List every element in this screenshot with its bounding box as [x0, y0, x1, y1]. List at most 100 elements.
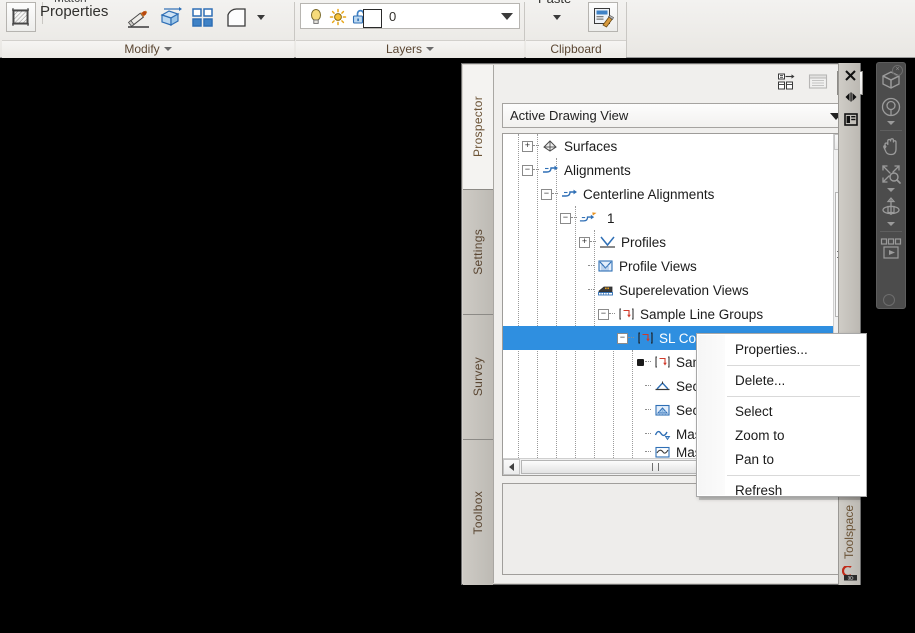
sample-line-group-icon: [636, 330, 654, 346]
menu-pan-to[interactable]: Pan to: [697, 448, 866, 472]
navigation-bar: ×: [876, 62, 906, 309]
tree-row[interactable]: + Surfaces: [503, 134, 833, 158]
expander-plus-icon[interactable]: +: [579, 236, 590, 248]
ribbon-panel-label-modify[interactable]: Modify: [2, 41, 294, 58]
paste-clipboard-icon[interactable]: [588, 2, 618, 32]
profile-icon: [598, 234, 616, 250]
edit-hatch-icon[interactable]: [124, 4, 154, 32]
ribbon-panel-layers: 0 Layers: [296, 0, 524, 58]
tree-label: Centerline Alignments: [583, 186, 715, 202]
tree-label: Superelevation Views: [619, 282, 749, 298]
tree-row[interactable]: + Profiles: [503, 230, 833, 254]
menu-separator: [727, 365, 860, 366]
expander-dot-icon[interactable]: [636, 358, 645, 367]
expander-plus-icon[interactable]: +: [522, 140, 533, 152]
tree-label: Profiles: [621, 234, 667, 250]
panorama-icon: [806, 71, 830, 93]
alignment-icon: [560, 186, 578, 202]
showmotion-icon[interactable]: [878, 235, 904, 265]
ribbon-panel-label-layers[interactable]: Layers: [296, 41, 524, 58]
expander-minus-icon[interactable]: −: [598, 308, 609, 320]
array-icon[interactable]: [188, 4, 218, 32]
expander-minus-icon[interactable]: −: [617, 332, 628, 344]
auto-hide-icon[interactable]: [841, 86, 860, 108]
close-x-icon[interactable]: [841, 64, 860, 86]
tab-survey-label: Survey: [471, 357, 485, 397]
properties-label: Properties: [40, 3, 109, 20]
3d-move-icon[interactable]: [156, 4, 186, 32]
alignment-flag-icon: [579, 210, 597, 226]
zoom-dropdown-icon[interactable]: [887, 188, 895, 192]
lightbulb-on-icon[interactable]: [305, 6, 327, 28]
tree-row[interactable]: Profile Views: [503, 254, 833, 278]
zoom-extents-icon[interactable]: [878, 161, 904, 187]
menu-refresh[interactable]: Refresh: [697, 479, 866, 503]
match-properties-icon[interactable]: [6, 2, 36, 32]
hand-pan-icon[interactable]: [878, 134, 904, 160]
palette-toolbar: ?: [494, 65, 863, 101]
section-view-icon: [653, 402, 671, 418]
sample-line-group-icon: [617, 306, 635, 322]
palette-menu-icon[interactable]: [841, 108, 860, 130]
steering-wheel-dropdown-icon[interactable]: [887, 121, 895, 125]
menu-delete[interactable]: Delete...: [697, 369, 866, 393]
ribbon-panel-modify: Match Properties: [2, 0, 294, 58]
menu-properties[interactable]: Properties...: [697, 338, 866, 362]
ribbon-bar: Match Properties: [0, 0, 915, 58]
ribbon-panel-clipboard-text: Clipboard: [550, 42, 602, 56]
tab-prospector-label: Prospector: [471, 96, 485, 158]
paste-dropdown-arrow-icon[interactable]: [550, 10, 564, 24]
palette-title-label: Toolspace: [842, 505, 856, 560]
palette-dock-buttons: [841, 64, 860, 130]
tree-row[interactable]: − Alignments: [503, 158, 833, 182]
orbit-icon[interactable]: [878, 195, 904, 221]
orbit-dropdown-icon[interactable]: [887, 222, 895, 226]
sun-freeze-icon[interactable]: [327, 6, 349, 28]
tree-label: 1: [607, 210, 615, 226]
chevron-down-icon: [426, 47, 435, 51]
tree-row[interactable]: − 1: [503, 206, 833, 230]
ribbon-panel-modify-text: Modify: [124, 42, 160, 56]
ribbon-panel-label-clipboard[interactable]: Clipboard: [526, 41, 626, 58]
navbar-close-icon[interactable]: ×: [892, 65, 903, 76]
tab-toolbox[interactable]: Toolbox: [463, 440, 493, 585]
chevron-down-icon[interactable]: [501, 13, 513, 20]
expander-minus-icon[interactable]: −: [541, 188, 552, 200]
layer-name-value: 0: [389, 9, 397, 24]
tree-row[interactable]: − Centerline Alignments: [503, 182, 833, 206]
fillet-icon[interactable]: [222, 4, 252, 32]
context-menu: Properties... Delete... Select Zoom to P…: [696, 333, 867, 498]
tab-settings[interactable]: Settings: [463, 190, 493, 315]
superelevation-view-icon: [596, 282, 614, 298]
layer-color-swatch[interactable]: [363, 9, 382, 28]
view-selector-combo[interactable]: Active Drawing View: [502, 103, 850, 128]
scroll-left-arrow-icon[interactable]: [503, 459, 520, 475]
profile-view-icon: [596, 258, 614, 274]
navbar-resize-icon[interactable]: [883, 294, 895, 306]
section-icon: [653, 378, 671, 394]
tree-row[interactable]: Superelevation Views: [503, 278, 833, 302]
layer-control-combo[interactable]: 0: [300, 3, 520, 29]
toolspace-palette: Prospector Settings Survey Toolbox Activ…: [461, 63, 863, 585]
tree-label: Profile Views: [619, 258, 697, 274]
steering-wheel-icon[interactable]: [878, 94, 904, 120]
tree-label: Surfaces: [564, 138, 618, 154]
sample-line-group-icon: [653, 354, 671, 370]
menu-select[interactable]: Select: [697, 400, 866, 424]
tab-prospector[interactable]: Prospector: [463, 65, 493, 190]
tab-settings-label: Settings: [471, 229, 485, 275]
tab-survey[interactable]: Survey: [463, 315, 493, 440]
tree-row[interactable]: − Sample Line Groups: [503, 302, 833, 326]
palette-tab-strip: Prospector Settings Survey Toolbox: [463, 65, 493, 585]
palette-title-bar[interactable]: Toolspace 3D: [838, 63, 860, 585]
view-selector-value: Active Drawing View: [510, 108, 629, 123]
paste-label: Paste: [538, 0, 571, 6]
tab-toolbox-label: Toolbox: [471, 490, 485, 535]
fillet-dropdown-arrow-icon[interactable]: [254, 10, 268, 24]
surface-icon: [541, 138, 559, 154]
expander-minus-icon[interactable]: −: [522, 164, 533, 176]
item-view-icon[interactable]: [775, 71, 799, 93]
civil3d-badge-icon: 3D: [841, 564, 859, 581]
menu-zoom-to[interactable]: Zoom to: [697, 424, 866, 448]
expander-minus-icon[interactable]: −: [560, 212, 571, 224]
